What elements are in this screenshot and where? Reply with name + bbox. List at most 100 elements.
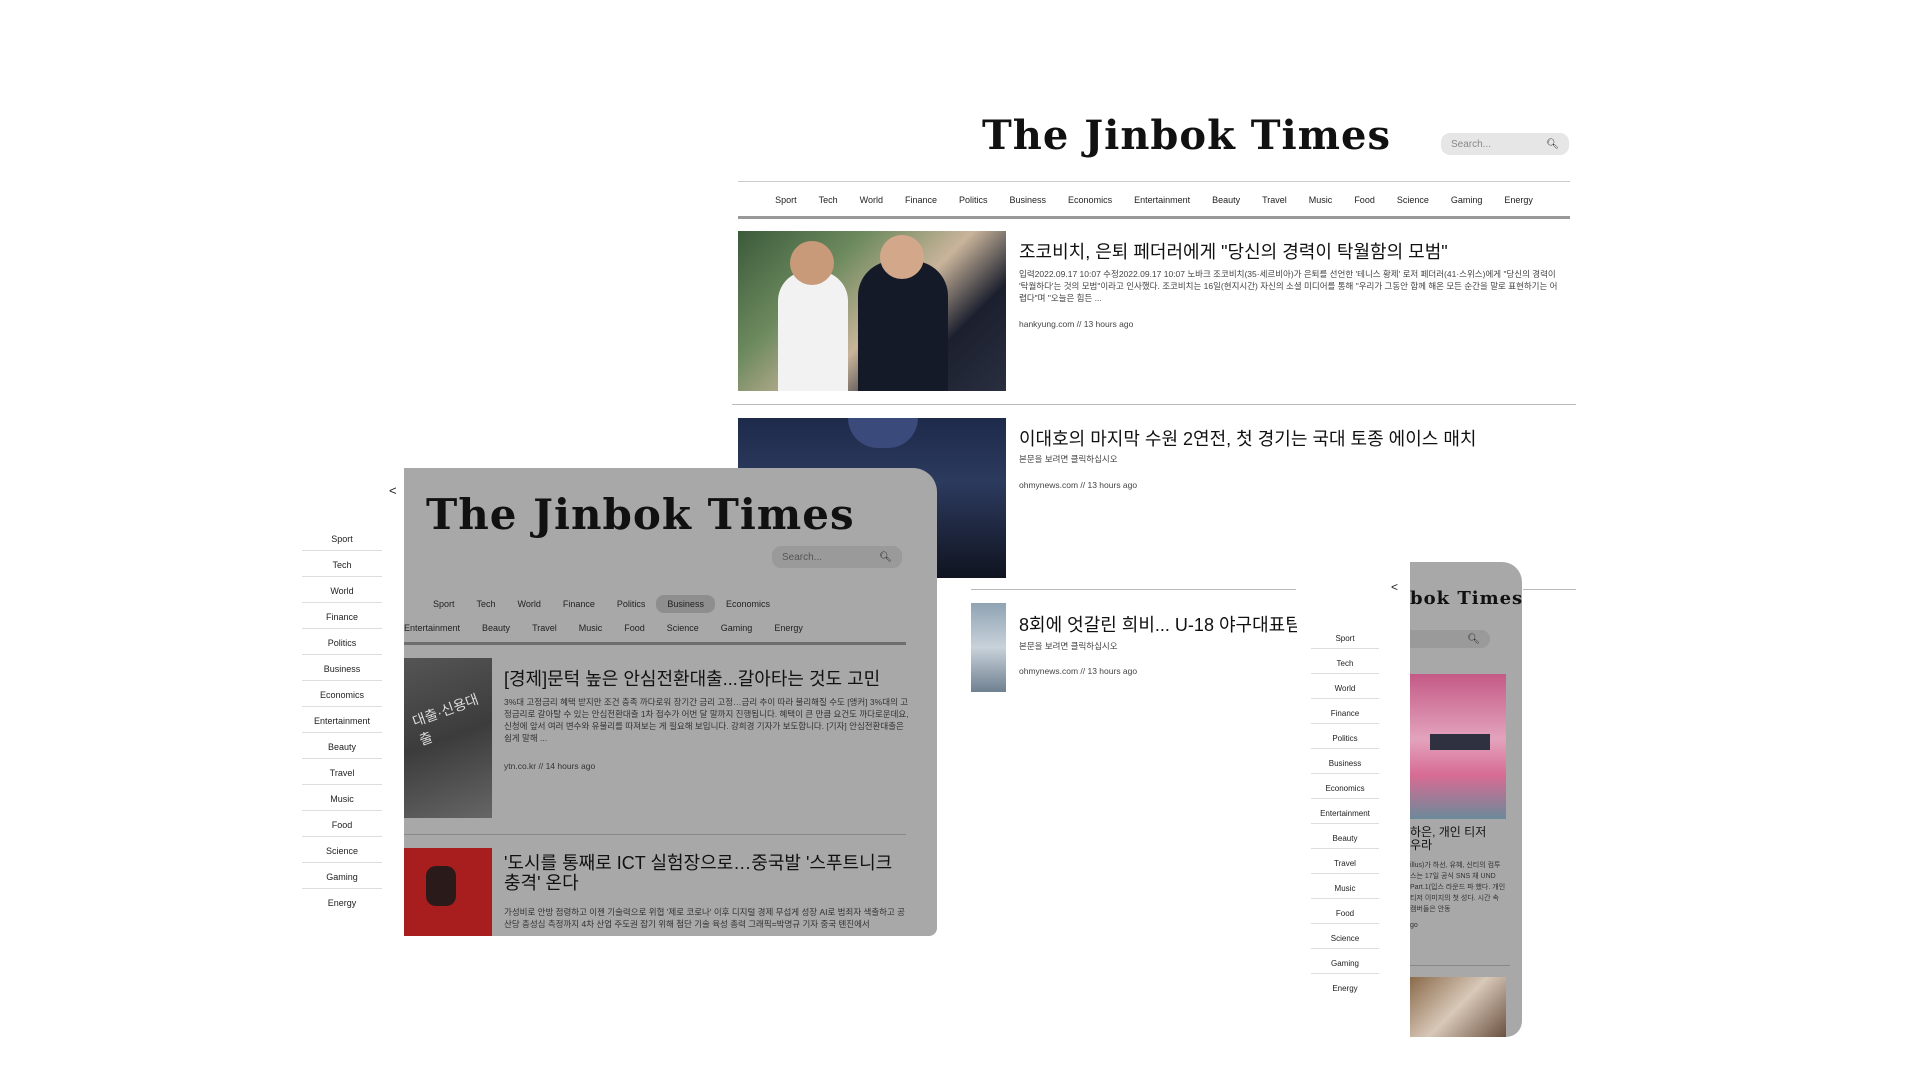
sidebar-item-entertainment[interactable]: Entertainment — [1311, 804, 1379, 824]
article-title[interactable]: 조코비치, 은퇴 페더러에게 "당신의 경력이 탁월함의 모범" — [1019, 238, 1448, 264]
nav-tech[interactable]: Tech — [466, 595, 507, 613]
site-masthead[interactable]: bok Times — [1410, 588, 1522, 609]
sidebar-item-beauty[interactable]: Beauty — [302, 736, 382, 759]
sidebar-item-gaming[interactable]: Gaming — [1311, 954, 1379, 974]
search-input[interactable]: 🔍︎ — [1410, 630, 1490, 648]
back-button[interactable]: < — [1391, 580, 1398, 594]
article-title[interactable]: '도시를 통째로 ICT 실험장으로…중국발 '스푸트니크 충격' 온다 — [504, 853, 909, 893]
sidebar-item-travel[interactable]: Travel — [1311, 854, 1379, 874]
nav-beauty[interactable]: Beauty — [471, 619, 521, 637]
article-thumbnail[interactable] — [1410, 977, 1506, 1037]
nav-energy[interactable]: Energy — [1493, 191, 1544, 209]
tablet-nav-row2: Entertainment Beauty Travel Music Food S… — [404, 619, 834, 637]
sidebar-item-music[interactable]: Music — [302, 788, 382, 811]
article-summary: 가성비로 안방 점령하고 이젠 기술력으로 위협 '제로 코로나' 이후 디지털… — [504, 907, 905, 929]
desktop-nav: Sport Tech World Finance Politics Busine… — [738, 191, 1570, 209]
nav-music[interactable]: Music — [568, 619, 614, 637]
article-summary: 3%대 고정금리 혜택 받지만 조건 충족 까다로워 장기간 금리 고정…금리 … — [504, 697, 909, 743]
article-thumbnail[interactable] — [1410, 674, 1506, 819]
nav-food[interactable]: Food — [1343, 191, 1386, 209]
nav-world[interactable]: World — [507, 595, 552, 613]
nav-politics[interactable]: Politics — [606, 595, 657, 613]
nav-finance[interactable]: Finance — [552, 595, 606, 613]
search-placeholder: Search... — [1451, 138, 1492, 150]
nav-beauty[interactable]: Beauty — [1201, 191, 1251, 209]
sidebar-item-beauty[interactable]: Beauty — [1311, 829, 1379, 849]
nav-finance[interactable]: Finance — [894, 191, 948, 209]
nav-politics[interactable]: Politics — [948, 191, 999, 209]
article-meta: go — [1410, 922, 1418, 929]
article-meta: hankyung.com // 13 hours ago — [1019, 319, 1134, 329]
sidebar-item-science[interactable]: Science — [1311, 929, 1379, 949]
sidebar-item-world[interactable]: World — [1311, 679, 1379, 699]
sidebar-item-business[interactable]: Business — [302, 658, 382, 681]
article-divider — [971, 589, 1296, 590]
sidebar-item-business[interactable]: Business — [1311, 754, 1379, 774]
nav-sport[interactable]: Sport — [764, 191, 808, 209]
article-thumbnail[interactable] — [404, 848, 492, 936]
nav-entertainment[interactable]: Entertainment — [404, 619, 471, 637]
nav-world[interactable]: World — [849, 191, 894, 209]
article-summary: 입력2022.09.17 10:07 수정2022.09.17 10:07 노바… — [1019, 269, 1558, 303]
sidebar-item-travel[interactable]: Travel — [302, 762, 382, 785]
sidebar-item-tech[interactable]: Tech — [302, 554, 382, 577]
search-icon[interactable]: 🔍︎ — [879, 552, 892, 563]
search-input[interactable]: Search... 🔍︎ — [1441, 133, 1569, 155]
phone-view: bok Times 🔍︎ 하은, 개인 티저 우라 illus)가 하선, 유혜… — [1410, 562, 1522, 1037]
back-button[interactable]: < — [389, 483, 397, 498]
search-icon[interactable]: 🔍︎ — [1546, 139, 1559, 150]
article-title[interactable]: [경제]문턱 높은 안심전환대출...갈아타는 것도 고민 — [504, 665, 880, 691]
nav-energy[interactable]: Energy — [763, 619, 814, 637]
nav-music[interactable]: Music — [1298, 191, 1344, 209]
nav-science[interactable]: Science — [1386, 191, 1440, 209]
sidebar-item-economics[interactable]: Economics — [302, 684, 382, 707]
sidebar-item-energy[interactable]: Energy — [302, 892, 382, 914]
sidebar-item-gaming[interactable]: Gaming — [302, 866, 382, 889]
sidebar-item-finance[interactable]: Finance — [1311, 704, 1379, 724]
sidebar-item-sport[interactable]: Sport — [302, 528, 382, 551]
nav-economics[interactable]: Economics — [715, 595, 781, 613]
site-masthead[interactable]: The Jinbok Times — [982, 112, 1391, 159]
nav-tech[interactable]: Tech — [808, 191, 849, 209]
site-masthead[interactable]: The Jinbok Times — [426, 490, 855, 539]
sidebar-item-tech[interactable]: Tech — [1311, 654, 1379, 674]
sidebar-item-politics[interactable]: Politics — [302, 632, 382, 655]
nav-entertainment[interactable]: Entertainment — [1123, 191, 1201, 209]
nav-food[interactable]: Food — [613, 619, 656, 637]
sidebar-item-politics[interactable]: Politics — [1311, 729, 1379, 749]
sidebar-item-food[interactable]: Food — [1311, 904, 1379, 924]
nav-business[interactable]: Business — [999, 191, 1058, 209]
article-divider — [1410, 965, 1510, 966]
search-placeholder: Search... — [782, 551, 823, 563]
nav-science[interactable]: Science — [656, 619, 710, 637]
article-title[interactable]: 8회에 엇갈린 희비... U-18 야구대표팀, — [1019, 611, 1297, 637]
tablet-nav-row1: Sport Tech World Finance Politics Busine… — [404, 595, 812, 613]
nav-bottom-divider — [404, 642, 906, 645]
article-thumbnail[interactable] — [971, 603, 1006, 692]
sidebar-item-finance[interactable]: Finance — [302, 606, 382, 629]
article-thumbnail[interactable]: 대출·신용대출 — [404, 658, 492, 818]
article-thumbnail[interactable] — [738, 231, 1006, 391]
nav-sport[interactable]: Sport — [422, 595, 466, 613]
sidebar-item-economics[interactable]: Economics — [1311, 779, 1379, 799]
nav-gaming[interactable]: Gaming — [1440, 191, 1494, 209]
search-icon[interactable]: 🔍︎ — [1467, 634, 1480, 645]
sidebar-item-science[interactable]: Science — [302, 840, 382, 863]
article-title[interactable]: 이대호의 마지막 수원 2연전, 첫 경기는 국대 토종 에이스 매치 — [1019, 425, 1476, 451]
article-summary: 본문을 보려면 클릭하십시오 — [1019, 641, 1118, 651]
nav-travel[interactable]: Travel — [1251, 191, 1298, 209]
nav-gaming[interactable]: Gaming — [710, 619, 764, 637]
sidebar-item-world[interactable]: World — [302, 580, 382, 603]
nav-travel[interactable]: Travel — [521, 619, 568, 637]
sidebar-item-food[interactable]: Food — [302, 814, 382, 837]
article-title[interactable]: 하은, 개인 티저 우라 — [1410, 826, 1500, 852]
sidebar-item-music[interactable]: Music — [1311, 879, 1379, 899]
sidebar-item-entertainment[interactable]: Entertainment — [302, 710, 382, 733]
sidebar-item-sport[interactable]: Sport — [1311, 629, 1379, 649]
sidebar-item-energy[interactable]: Energy — [1311, 979, 1379, 998]
article-meta: ytn.co.kr // 14 hours ago — [504, 761, 596, 771]
nav-economics[interactable]: Economics — [1057, 191, 1123, 209]
nav-business-active[interactable]: Business — [656, 595, 715, 613]
article-meta: ohmynews.com // 13 hours ago — [1019, 480, 1138, 490]
search-input[interactable]: Search... 🔍︎ — [772, 546, 902, 568]
